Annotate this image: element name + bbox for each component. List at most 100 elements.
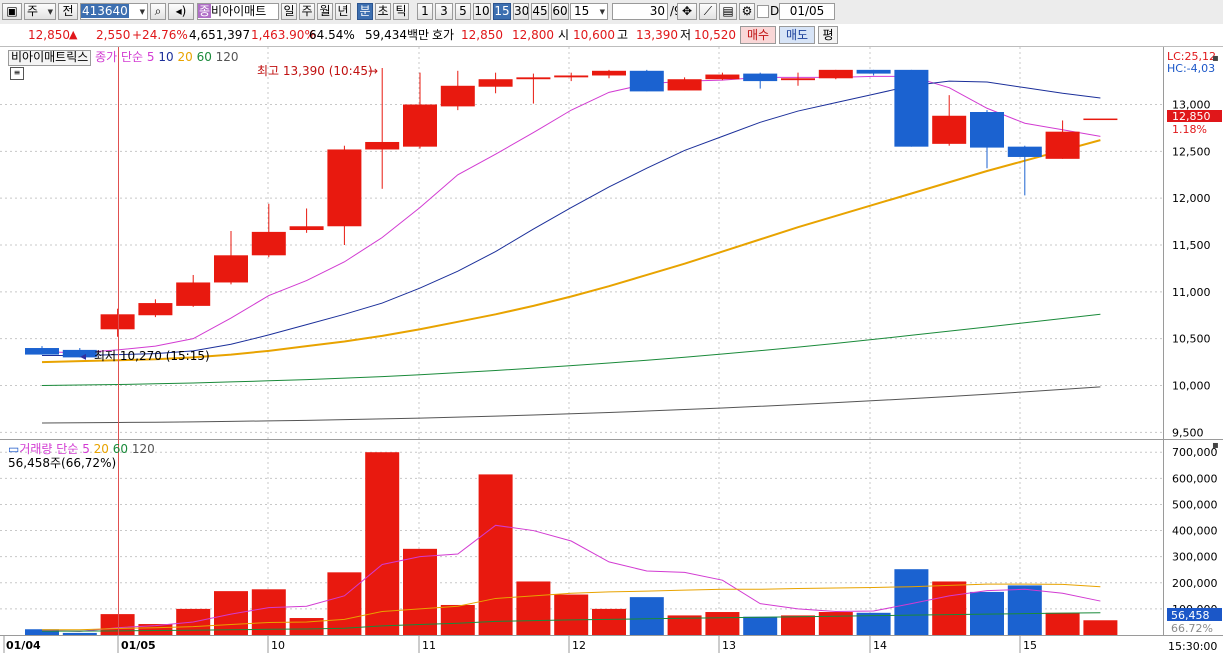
settings-icon[interactable]: ⚙ xyxy=(739,3,755,20)
period-0-button[interactable]: 일 xyxy=(281,3,297,20)
time-tick-label: 11 xyxy=(422,639,436,652)
candle-body xyxy=(138,303,173,316)
price-tick-label: 11,500 xyxy=(1172,239,1211,252)
volume-ma-5-legend: 5 xyxy=(82,442,94,456)
candle-body xyxy=(478,79,513,87)
volume-panel-close-icon[interactable]: ▪ xyxy=(1212,440,1219,451)
current-volume-label: 56,458 xyxy=(1171,609,1210,622)
volume-bar xyxy=(62,632,97,635)
volume-bar xyxy=(743,616,778,635)
high-price: 13,390 xyxy=(636,28,678,42)
draw-line-icon[interactable]: ⟋ xyxy=(699,3,717,20)
period-1-button[interactable]: 주 xyxy=(299,3,315,20)
volume: 4,651,397 xyxy=(189,28,251,42)
interval-select[interactable]: 15 xyxy=(570,3,608,20)
price-panel-title: 비아이매트릭스 종가 단순 5 10 20 60 120 xyxy=(8,50,239,66)
volume-bar xyxy=(932,581,967,635)
stock-name-label[interactable]: 비아이매트릭스 xyxy=(8,50,92,66)
list-icon[interactable]: ≡ xyxy=(10,67,24,80)
interval-15-button[interactable]: 15 xyxy=(493,3,511,20)
volume-bar xyxy=(214,591,248,635)
candle-body xyxy=(554,75,589,78)
interval-5-button[interactable]: 5 xyxy=(455,3,471,20)
low-price: 10,520 xyxy=(694,28,736,42)
search-icon[interactable]: ⌕ xyxy=(150,3,166,20)
volume-bar xyxy=(251,589,286,635)
stock-code-input[interactable]: 413640 xyxy=(80,3,148,20)
interval-30-button[interactable]: 30 xyxy=(513,3,529,20)
chart-tools-icon[interactable]: ✥ xyxy=(677,3,697,20)
buy-button[interactable]: 매수 xyxy=(740,26,776,44)
period-5-button[interactable]: 초 xyxy=(375,3,391,20)
interval-10-button[interactable]: 10 xyxy=(473,3,491,20)
volume-bar xyxy=(1007,585,1042,635)
candle-body xyxy=(100,314,135,330)
hc-label: HC:-4,03 xyxy=(1167,62,1215,75)
candle-body xyxy=(629,70,664,92)
panel-close-icon[interactable]: ▪ xyxy=(1212,53,1219,64)
volume-tick-label: 700,000 xyxy=(1172,446,1218,459)
candle-body xyxy=(932,115,967,144)
ask-price-1: 12,850 xyxy=(461,28,503,42)
volume-bar xyxy=(365,452,400,635)
interval-45-button[interactable]: 45 xyxy=(531,3,549,20)
high-arrow-icon: → xyxy=(368,64,378,78)
price-change: 2,550 xyxy=(96,28,131,42)
stock-name-box[interactable]: 종비아이매트 xyxy=(197,3,279,20)
volume-icon: ▭ xyxy=(8,442,20,456)
candle-body xyxy=(743,73,778,82)
volume-panel-title: ▭거래량 단순 5 20 60 120 xyxy=(8,442,155,456)
toolbar-top: ▣ 주 전 413640 ⌕ ◂) 종비아이매트 일주월년분초틱 1351015… xyxy=(0,0,1223,25)
volume-bar xyxy=(403,548,437,635)
period-2-button[interactable]: 월 xyxy=(317,3,333,20)
current-price-percent: 1.18% xyxy=(1172,123,1207,136)
prev-button[interactable]: 전 xyxy=(58,3,78,20)
candle-body xyxy=(970,112,1004,148)
period-3-button[interactable]: 년 xyxy=(335,3,351,20)
open-label: 시 xyxy=(558,28,570,42)
candle-body xyxy=(176,282,211,306)
d-checkbox[interactable] xyxy=(757,5,769,18)
price-tick-label: 11,000 xyxy=(1172,286,1211,299)
interval-3-button[interactable]: 3 xyxy=(435,3,453,20)
market-select[interactable]: 주 xyxy=(24,3,56,20)
stock-chart[interactable]: 13,00012,50012,00011,50011,00010,50010,0… xyxy=(0,47,1223,655)
volume-ma-20-legend: 20 xyxy=(93,442,113,456)
change-percent: +24.76% xyxy=(132,28,188,42)
count-input[interactable]: 30 xyxy=(612,3,668,20)
interval-60-button[interactable]: 60 xyxy=(551,3,569,20)
ask-price-2: 12,800 xyxy=(512,28,554,42)
candle-body xyxy=(327,149,362,227)
candle-body xyxy=(251,231,286,256)
volume-ma-title: 단순 xyxy=(56,442,79,456)
time-tick-label: 15 xyxy=(1023,639,1037,652)
date-input[interactable]: 01/05 xyxy=(779,3,835,20)
ma-60-legend: 60 xyxy=(196,50,216,64)
volume-readout: 56,458주(66,72%) xyxy=(8,456,117,470)
layout-icon[interactable]: ▣ xyxy=(2,3,22,20)
speaker-icon[interactable]: ◂) xyxy=(168,3,194,20)
candle-body xyxy=(1083,118,1118,121)
ask-label: 호가 xyxy=(432,28,455,42)
evaluate-button[interactable]: 평 xyxy=(818,26,838,44)
ma-title: 종가 단순 xyxy=(95,50,144,64)
period-4-button[interactable]: 분 xyxy=(357,3,373,20)
volume-tick-label: 600,000 xyxy=(1172,472,1218,485)
count-value: 30 xyxy=(649,4,665,18)
volume-bar xyxy=(440,604,475,635)
sell-button[interactable]: 매도 xyxy=(779,26,815,44)
candle-body xyxy=(818,69,853,79)
volume-bar xyxy=(554,594,589,635)
ma-20-legend: 20 xyxy=(177,50,197,64)
period-6-button[interactable]: 틱 xyxy=(393,3,409,20)
price-tick-label: 12,500 xyxy=(1172,145,1211,158)
stock-type-badge: 종 xyxy=(198,4,212,18)
volume-tick-label: 300,000 xyxy=(1172,551,1218,564)
interval-1-button[interactable]: 1 xyxy=(417,3,433,20)
save-icon[interactable]: ▤ xyxy=(719,3,737,20)
trade-amount: 59,434백만 xyxy=(365,28,430,42)
candle-body xyxy=(516,77,551,80)
volume-bar xyxy=(705,612,740,635)
volume-bar xyxy=(1083,620,1118,635)
volume-tick-label: 400,000 xyxy=(1172,525,1218,538)
